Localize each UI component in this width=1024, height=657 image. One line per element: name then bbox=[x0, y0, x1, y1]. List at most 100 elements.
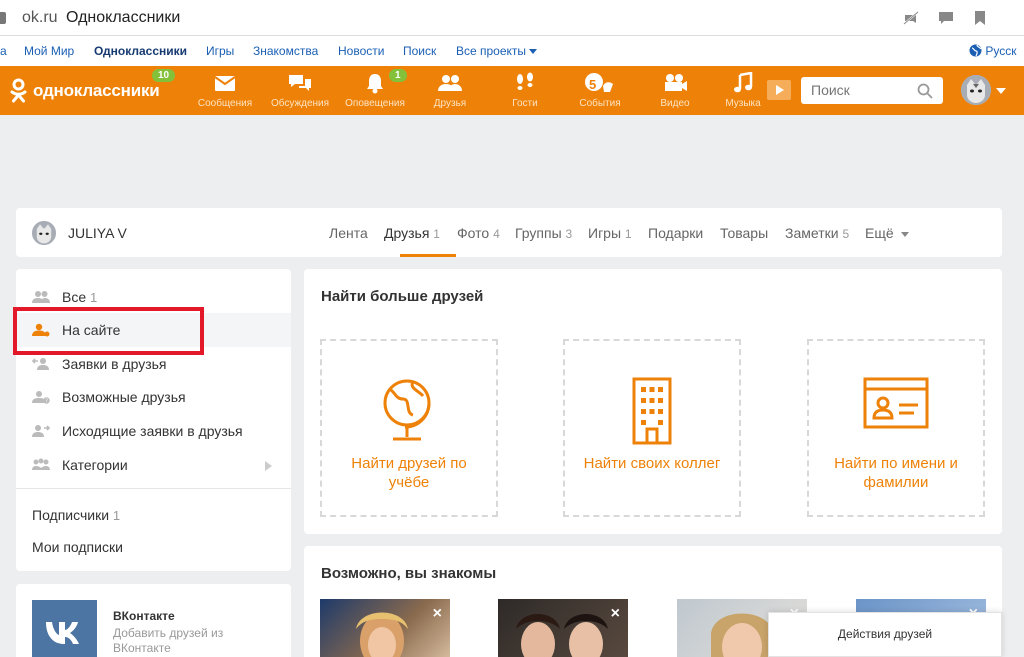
tab-groups[interactable]: Группы 3 bbox=[515, 225, 572, 241]
nav-label: Друзья bbox=[433, 98, 467, 109]
tab-notes[interactable]: Заметки 5 bbox=[785, 225, 849, 241]
portal-link-moy-mir[interactable]: Мой Мир bbox=[24, 44, 74, 58]
nav-messages[interactable]: Сообщения bbox=[190, 72, 260, 109]
tab-friends[interactable]: Друзья 1 bbox=[384, 225, 440, 241]
nav-label: Обсуждения bbox=[270, 98, 330, 109]
vk-logo-icon bbox=[46, 622, 79, 644]
menu-item-subscriptions[interactable]: Мои подписки bbox=[32, 539, 123, 555]
possible-friend-icon: ? bbox=[32, 391, 50, 405]
portal-link-mail[interactable]: а bbox=[0, 44, 7, 58]
profile-avatar[interactable] bbox=[32, 221, 56, 245]
vk-import-card[interactable]: ВКонтакте Добавить друзей из ВКонтакте bbox=[16, 584, 291, 657]
menu-label: Возможные друзья bbox=[62, 389, 186, 405]
tab-label: Подарки bbox=[648, 225, 704, 241]
comment-icon[interactable] bbox=[938, 11, 954, 25]
tab-label: Товары bbox=[720, 225, 769, 241]
menu-label: Заявки в друзья bbox=[62, 356, 167, 372]
svg-text:?: ? bbox=[45, 399, 48, 405]
search-icon[interactable] bbox=[917, 83, 933, 99]
close-icon[interactable]: × bbox=[433, 605, 442, 623]
find-by-school-card[interactable]: Найти друзей по учёбе bbox=[320, 339, 498, 517]
portal-link-all-projects[interactable]: Все проекты bbox=[456, 44, 538, 58]
tab-label: Игры bbox=[588, 225, 622, 241]
suggested-friend-photo[interactable]: × bbox=[320, 599, 450, 657]
bell-icon bbox=[367, 74, 383, 94]
menu-item-possible[interactable]: ? Возможные друзья bbox=[16, 380, 291, 414]
language-selector[interactable]: Русск bbox=[969, 44, 1016, 58]
find-colleagues-card[interactable]: Найти своих коллег bbox=[563, 339, 741, 517]
logo-badge: 10 bbox=[152, 69, 176, 82]
url-domain: ok.ru bbox=[22, 9, 58, 26]
music-play-icon[interactable] bbox=[767, 80, 791, 100]
menu-item-categories[interactable]: Категории bbox=[16, 448, 291, 482]
tab-count: 1 bbox=[433, 227, 440, 241]
portal-link-news[interactable]: Новости bbox=[338, 44, 384, 58]
search-box[interactable] bbox=[801, 77, 943, 104]
cat-avatar-icon bbox=[32, 221, 56, 245]
page-title: Одноклассники bbox=[66, 9, 181, 26]
menu-label: Исходящие заявки в друзья bbox=[62, 423, 243, 439]
cat-avatar-icon bbox=[961, 75, 991, 105]
tab-label: Лента bbox=[329, 225, 368, 241]
nav-events[interactable]: 5 События bbox=[565, 72, 635, 109]
close-icon[interactable]: × bbox=[611, 605, 620, 623]
caret-down-icon bbox=[900, 231, 909, 237]
tab-label: Друзья bbox=[384, 225, 430, 241]
caret-down-icon bbox=[529, 49, 538, 55]
tab-games[interactable]: Игры 1 bbox=[588, 225, 632, 241]
friends-icon bbox=[32, 291, 50, 303]
nav-guests[interactable]: Гости bbox=[490, 72, 560, 109]
user-avatar[interactable] bbox=[961, 75, 991, 105]
menu-divider bbox=[16, 488, 291, 489]
find-by-name-card[interactable]: Найти по имени и фамилии bbox=[807, 339, 985, 517]
nav-label: Сообщения bbox=[197, 98, 253, 109]
search-input[interactable] bbox=[811, 82, 911, 98]
globe-icon bbox=[383, 379, 431, 441]
tab-feed[interactable]: Лента bbox=[329, 225, 368, 241]
portal-link-search[interactable]: Поиск bbox=[403, 44, 436, 58]
main-toolbar: одноклассники 10 Сообщения Обсуждения Оп… bbox=[0, 66, 1024, 115]
menu-item-subscribers[interactable]: Подписчики 1 bbox=[32, 507, 120, 523]
friends-actions-popup[interactable]: Действия друзей bbox=[768, 612, 1002, 657]
nav-friends[interactable]: Друзья bbox=[415, 72, 485, 109]
video-camera-icon bbox=[665, 74, 687, 91]
tab-goods[interactable]: Товары bbox=[720, 225, 768, 241]
tab-count: 3 bbox=[565, 227, 573, 241]
portal-link-odnoklassniki[interactable]: Одноклассники bbox=[94, 44, 187, 58]
globe-small-icon bbox=[969, 44, 982, 57]
address-bar[interactable]: ok.ru Одноклассники bbox=[0, 0, 1024, 36]
bookmark-icon[interactable] bbox=[972, 11, 988, 25]
profile-name[interactable]: JULIYA V bbox=[68, 225, 127, 241]
profile-dropdown-icon[interactable] bbox=[996, 88, 1006, 94]
ok-logo[interactable]: одноклассники bbox=[10, 78, 160, 104]
tab-label: Группы bbox=[515, 225, 562, 241]
menu-item-outgoing[interactable]: Исходящие заявки в друзья bbox=[16, 414, 291, 448]
person-photo-icon bbox=[516, 614, 608, 657]
logo-text: одноклассники bbox=[33, 81, 160, 100]
tab-count: 1 bbox=[624, 227, 632, 241]
menu-label: Все bbox=[62, 289, 87, 305]
vk-title: ВКонтакте bbox=[113, 609, 175, 623]
tab-photos[interactable]: Фото 4 bbox=[457, 225, 500, 241]
nav-video[interactable]: Видео bbox=[640, 72, 710, 109]
events-badge: 5 bbox=[589, 77, 597, 92]
tab-label: Заметки bbox=[785, 225, 839, 241]
tab-gifts[interactable]: Подарки bbox=[648, 225, 703, 241]
maybe-known-title: Возможно, вы знакомы bbox=[321, 565, 497, 582]
tab-more[interactable]: Ещё bbox=[865, 225, 909, 241]
notifications-badge: 1 bbox=[389, 69, 407, 82]
profile-bar: JULIYA V Лента Друзья 1 Фото 4 Группы 3 … bbox=[16, 208, 1002, 257]
card-label: Найти по имени и фамилии bbox=[834, 455, 958, 491]
music-note-icon bbox=[734, 72, 753, 93]
camera-blocked-icon[interactable] bbox=[903, 11, 919, 25]
find-friends-panel: Найти больше друзей Найти друзей по учёб… bbox=[304, 269, 1002, 534]
suggested-friend-photo[interactable]: × bbox=[498, 599, 628, 657]
incoming-request-icon bbox=[32, 358, 49, 370]
portal-link-games[interactable]: Игры bbox=[206, 44, 234, 58]
nav-discussions[interactable]: Обсуждения bbox=[265, 72, 335, 109]
nav-label: События bbox=[579, 98, 621, 109]
nav-label: Оповещения bbox=[345, 98, 405, 109]
portal-link-dating[interactable]: Знакомства bbox=[253, 44, 318, 58]
outgoing-request-icon bbox=[32, 425, 50, 437]
tab-label: Ещё bbox=[865, 225, 894, 241]
